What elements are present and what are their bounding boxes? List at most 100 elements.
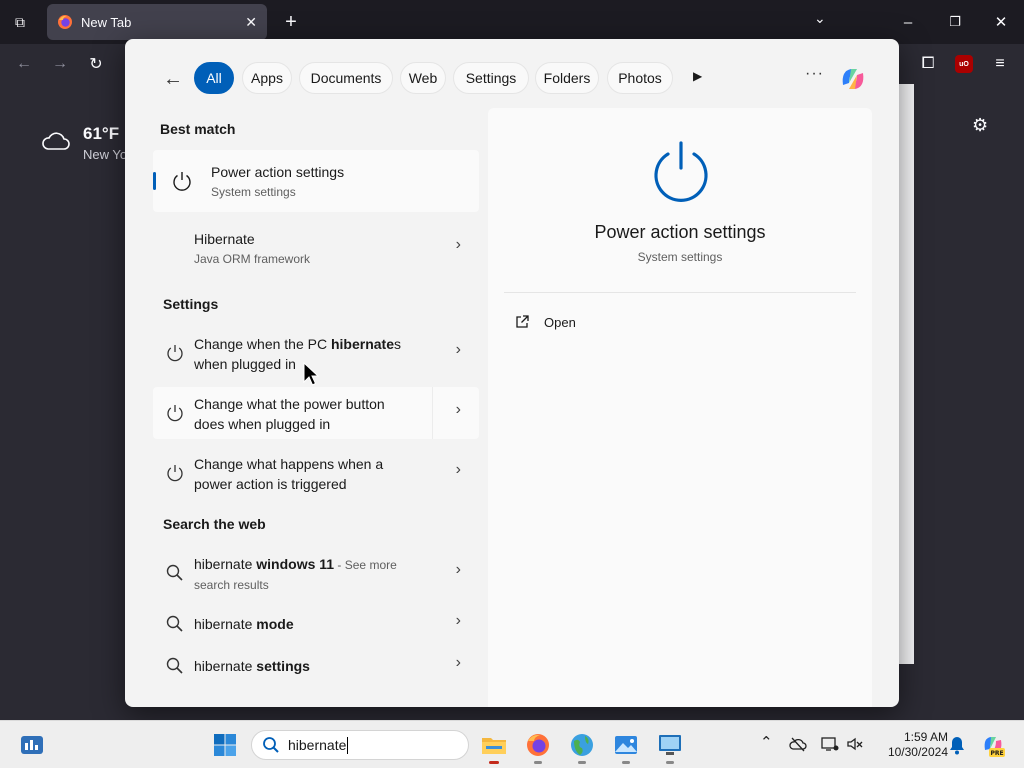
chevron-right-icon[interactable]: › bbox=[456, 654, 461, 672]
more-options-icon[interactable]: ··· bbox=[805, 65, 824, 83]
taskbar-remote-desktop[interactable] bbox=[656, 731, 684, 764]
result-title: Hibernate bbox=[194, 231, 255, 247]
copilot-pre-icon[interactable]: PRE bbox=[980, 732, 1006, 758]
result-text: hibernate windows 11 - See more search r… bbox=[194, 554, 424, 595]
result-hint: - See more bbox=[334, 558, 397, 572]
result-text-match: mode bbox=[256, 616, 294, 632]
result-text-part: s bbox=[394, 336, 401, 352]
taskbar-globe-app[interactable] bbox=[568, 731, 596, 764]
result-text-part: Change when the PC bbox=[194, 336, 331, 352]
restore-button[interactable]: ❐ bbox=[940, 8, 970, 36]
system-clock[interactable]: 1:59 AM 10/30/2024 bbox=[872, 730, 948, 760]
result-hibernate-app[interactable]: Hibernate Java ORM framework › bbox=[153, 222, 479, 274]
search-icon bbox=[166, 615, 183, 632]
search-icon bbox=[166, 564, 183, 581]
windows-search-panel: ← All Apps Documents Web Settings Folder… bbox=[125, 39, 899, 707]
chevron-right-icon[interactable]: › bbox=[456, 341, 461, 359]
more-filters-icon[interactable]: ▶ bbox=[693, 69, 702, 83]
text-caret bbox=[347, 736, 349, 754]
tab-new-tab[interactable]: New Tab ✕ bbox=[47, 4, 267, 40]
cloud-icon bbox=[42, 132, 70, 150]
tab-list-button[interactable]: ⧉ bbox=[8, 10, 32, 34]
chevron-right-icon[interactable]: › bbox=[456, 612, 461, 630]
chevron-right-icon[interactable]: › bbox=[456, 461, 461, 479]
preview-pane: Power action settings System settings Op… bbox=[488, 108, 872, 707]
result-text-part: hibernate bbox=[194, 658, 257, 674]
best-match-header: Best match bbox=[160, 121, 236, 137]
extensions-icon[interactable]: ⧠ bbox=[916, 52, 940, 76]
result-text: hibernate mode bbox=[194, 614, 424, 634]
notification-bell-icon[interactable] bbox=[948, 735, 966, 755]
onedrive-offline-icon[interactable] bbox=[789, 735, 807, 753]
power-icon bbox=[654, 141, 708, 202]
result-text-match: hibernate bbox=[330, 336, 394, 352]
result-text-match: windows 11 bbox=[256, 556, 335, 572]
best-match-subtitle: System settings bbox=[211, 185, 296, 199]
preview-divider bbox=[504, 292, 856, 293]
clock-time: 1:59 AM bbox=[903, 730, 948, 744]
app-menu-button[interactable]: ≡ bbox=[988, 52, 1012, 76]
copilot-icon[interactable] bbox=[837, 63, 869, 95]
open-external-icon bbox=[516, 315, 529, 328]
taskbar-search-input[interactable]: hibernate bbox=[251, 730, 469, 760]
settings-header: Settings bbox=[163, 296, 219, 312]
search-icon bbox=[263, 737, 279, 753]
windows-start-icon[interactable] bbox=[213, 733, 237, 757]
best-match-title: Power action settings bbox=[211, 164, 345, 180]
result-text-part: hibernate bbox=[194, 556, 257, 572]
taskbar-file-explorer[interactable] bbox=[480, 731, 508, 764]
power-icon bbox=[167, 465, 183, 482]
result-text-line2: power action is triggered bbox=[194, 476, 347, 492]
mouse-cursor-icon bbox=[303, 362, 319, 386]
web-result-settings[interactable]: hibernate settings › bbox=[153, 640, 479, 692]
result-setting-power-action[interactable]: Change what happens when a power action … bbox=[153, 447, 479, 499]
volume-muted-icon[interactable] bbox=[846, 735, 864, 753]
chevron-right-icon[interactable]: › bbox=[456, 401, 461, 419]
firefox-icon bbox=[58, 15, 72, 29]
result-text-match: settings bbox=[256, 658, 310, 674]
taskbar-photos-app[interactable] bbox=[612, 731, 640, 764]
result-text-line2: does when plugged in bbox=[194, 416, 331, 432]
result-setting-power-button[interactable]: Change what the power button does when p… bbox=[153, 387, 479, 439]
power-icon bbox=[167, 405, 183, 422]
chevron-right-icon[interactable]: › bbox=[456, 561, 461, 579]
web-result-windows-11[interactable]: hibernate windows 11 - See more search r… bbox=[153, 547, 479, 599]
open-action[interactable]: Open bbox=[514, 312, 576, 332]
result-subtitle: Java ORM framework bbox=[194, 252, 311, 266]
filter-photos[interactable]: Photos bbox=[607, 62, 673, 94]
ublock-extension-icon[interactable]: uO bbox=[955, 55, 973, 73]
clock-date: 10/30/2024 bbox=[887, 745, 948, 759]
best-match-result[interactable]: Power action settings System settings bbox=[153, 150, 479, 212]
filter-folders[interactable]: Folders bbox=[535, 62, 599, 94]
close-window-button[interactable]: ✕ bbox=[986, 8, 1016, 36]
show-hidden-icons-chevron-icon[interactable]: ⌃ bbox=[760, 733, 773, 751]
open-label: Open bbox=[544, 314, 576, 330]
running-indicator bbox=[578, 761, 586, 764]
result-text-part: hibernate bbox=[194, 616, 257, 632]
result-text-line1: Change what the power button bbox=[194, 396, 385, 412]
forward-button[interactable]: → bbox=[48, 52, 72, 76]
result-text: Hibernate Java ORM framework bbox=[194, 229, 424, 269]
widgets-icon[interactable] bbox=[20, 734, 44, 756]
list-all-tabs-chevron-icon[interactable]: ⌄ bbox=[814, 10, 826, 27]
new-tab-button[interactable]: + bbox=[278, 8, 304, 36]
taskbar: hibernate ⌃ 1:59 AM 10/30/2024 PRE bbox=[0, 720, 1024, 768]
search-icon bbox=[166, 657, 183, 674]
result-text: Change what happens when a power action … bbox=[194, 454, 424, 494]
taskbar-firefox[interactable] bbox=[524, 731, 552, 764]
chevron-right-icon[interactable]: › bbox=[456, 236, 461, 254]
result-text: Change what the power button does when p… bbox=[194, 394, 424, 434]
minimize-button[interactable]: – bbox=[893, 8, 923, 36]
globe-icon bbox=[571, 734, 593, 756]
close-tab-icon[interactable]: ✕ bbox=[245, 14, 257, 31]
search-web-header: Search the web bbox=[163, 516, 266, 532]
selection-indicator bbox=[153, 172, 156, 190]
gear-icon[interactable]: ⚙ bbox=[972, 115, 988, 136]
network-display-icon[interactable] bbox=[821, 735, 839, 753]
preview-title: Power action settings bbox=[594, 222, 766, 242]
back-button[interactable]: ← bbox=[12, 52, 36, 76]
tab-title: New Tab bbox=[81, 14, 132, 30]
reload-button[interactable]: ↻ bbox=[84, 52, 108, 76]
search-query: hibernate bbox=[288, 737, 347, 753]
result-text-line2: search results bbox=[194, 578, 269, 592]
